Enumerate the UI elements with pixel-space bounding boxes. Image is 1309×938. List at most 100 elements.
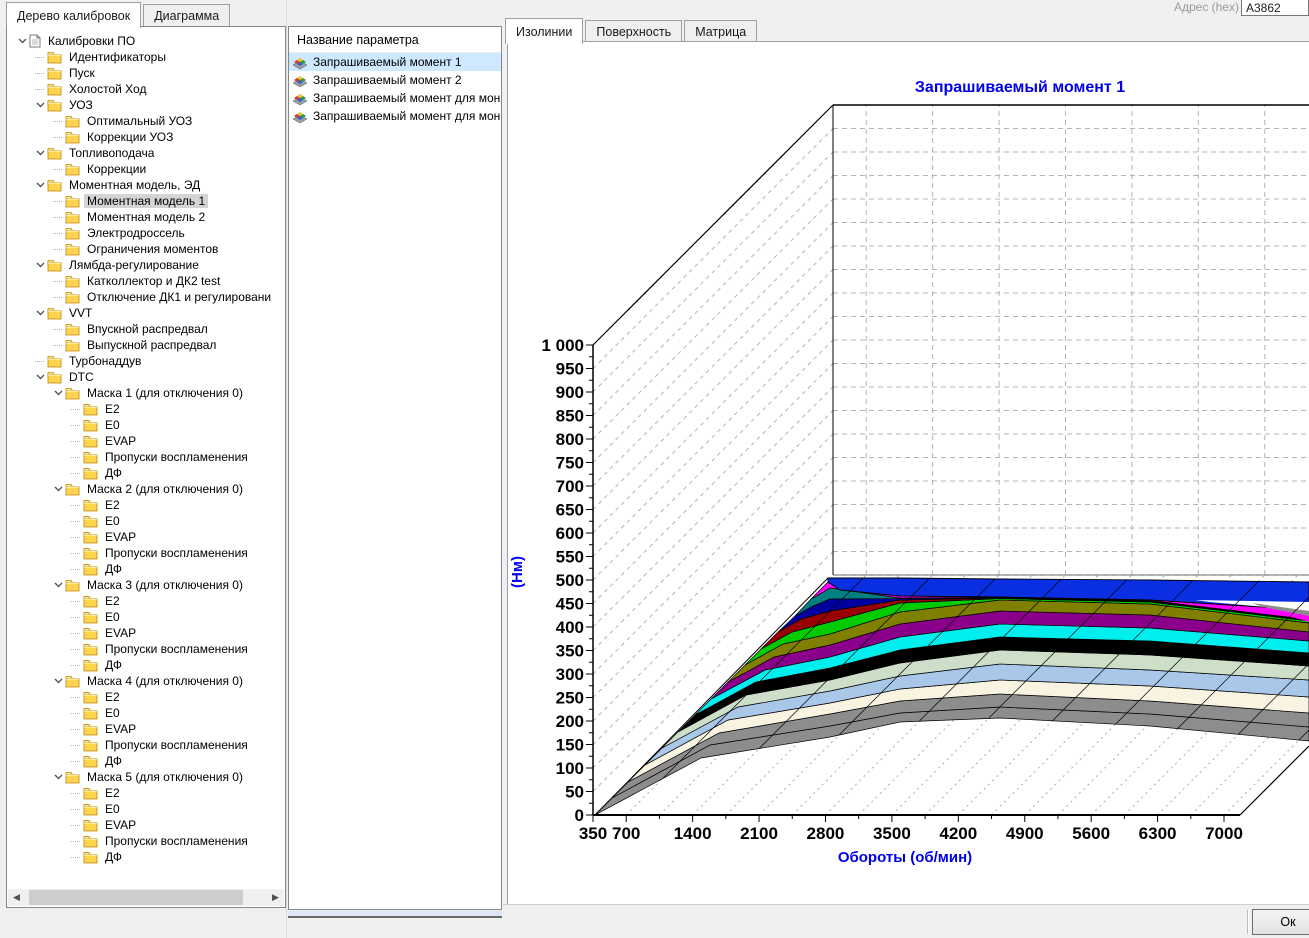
tree-item[interactable]: Калибровки ПО	[7, 33, 285, 49]
tree-item[interactable]: Отключение ДК1 и регулировани	[7, 289, 285, 305]
tree-item[interactable]: Ограничения моментов	[7, 241, 285, 257]
expand-chevron-icon[interactable]	[54, 678, 63, 684]
tree-item[interactable]: E2	[7, 593, 285, 609]
tree-guide-line	[71, 505, 80, 506]
tree-item-label: Маска 4 (для отключения 0)	[84, 674, 246, 688]
expand-chevron-icon[interactable]	[36, 102, 45, 108]
tree-item[interactable]: E0	[7, 513, 285, 529]
folder-icon	[65, 675, 80, 688]
expand-chevron-icon[interactable]	[36, 150, 45, 156]
parameter-list-item[interactable]: Запрашиваемый момент для мони	[289, 107, 501, 125]
tree-horizontal-scrollbar[interactable]: ◀ ▶	[8, 889, 284, 906]
expand-chevron-icon[interactable]	[54, 390, 63, 396]
tree-item[interactable]: ДФ	[7, 561, 285, 577]
tree-item[interactable]: Идентификаторы	[7, 49, 285, 65]
tree-item[interactable]: E2	[7, 689, 285, 705]
z-axis-tick-label: 900	[556, 383, 584, 402]
expand-chevron-icon[interactable]	[18, 38, 27, 44]
scroll-right-arrow[interactable]: ▶	[267, 889, 284, 906]
tree-item[interactable]: E2	[7, 401, 285, 417]
tree-item[interactable]: Пуск	[7, 65, 285, 81]
tab-isolines[interactable]: Изолинии	[505, 18, 583, 44]
parameter-list-item[interactable]: Запрашиваемый момент 1	[289, 53, 501, 71]
z-axis-tick-label: 850	[556, 407, 584, 426]
tree-item[interactable]: Коррекции УОЗ	[7, 129, 285, 145]
x-axis-tick-label: 6300	[1139, 824, 1177, 843]
tree-item[interactable]: EVAP	[7, 529, 285, 545]
tree-item[interactable]: Пропуски воспламенения	[7, 545, 285, 561]
tree-item[interactable]: Холостой Ход	[7, 81, 285, 97]
tree-guide-line	[53, 201, 62, 202]
folder-icon	[83, 531, 98, 544]
tree-item[interactable]: Пропуски воспламенения	[7, 833, 285, 849]
tree-item[interactable]: Пропуски воспламенения	[7, 737, 285, 753]
tab-tree[interactable]: Дерево калибровок	[6, 2, 141, 28]
tree-item[interactable]: Моментная модель 2	[7, 209, 285, 225]
tree-item[interactable]: Турбонаддув	[7, 353, 285, 369]
tree-item[interactable]: EVAP	[7, 721, 285, 737]
ok-button[interactable]: Ок	[1252, 909, 1309, 935]
expand-chevron-icon[interactable]	[54, 582, 63, 588]
tree-item[interactable]: ДФ	[7, 849, 285, 865]
tree-item[interactable]: Электродроссель	[7, 225, 285, 241]
folder-icon	[83, 803, 98, 816]
parameter-list-item[interactable]: Запрашиваемый момент 2	[289, 71, 501, 89]
tree-item[interactable]: E2	[7, 497, 285, 513]
calibration-tree[interactable]: Калибровки ПОИдентификаторыПускХолостой …	[6, 26, 286, 908]
x-axis-tick-label: 4200	[939, 824, 977, 843]
tree-item[interactable]: E2	[7, 785, 285, 801]
tree-item[interactable]: E0	[7, 801, 285, 817]
expand-chevron-icon[interactable]	[36, 374, 45, 380]
tree-item[interactable]: Топливоподача	[7, 145, 285, 161]
expand-chevron-icon[interactable]	[36, 182, 45, 188]
tree-item[interactable]: EVAP	[7, 433, 285, 449]
tree-item[interactable]: E0	[7, 609, 285, 625]
expand-chevron-icon[interactable]	[36, 310, 45, 316]
tree-item[interactable]: Оптимальный УОЗ	[7, 113, 285, 129]
tab-diagram[interactable]: Диаграмма	[143, 4, 230, 28]
tree-item-label: E2	[102, 690, 123, 704]
tree-item[interactable]: Маска 2 (для отключения 0)	[7, 481, 285, 497]
folder-icon	[65, 291, 80, 304]
tree-item-label: E0	[102, 802, 123, 816]
tree-item[interactable]: Коррекции	[7, 161, 285, 177]
tree-item[interactable]: Маска 3 (для отключения 0)	[7, 577, 285, 593]
tree-item-label: Лямбда-регулирование	[66, 258, 202, 272]
tree-item-label: Электродроссель	[84, 226, 188, 240]
tree-item[interactable]: EVAP	[7, 625, 285, 641]
tree-item[interactable]: Лямбда-регулирование	[7, 257, 285, 273]
tree-item[interactable]: EVAP	[7, 817, 285, 833]
tree-item[interactable]: Пропуски воспламенения	[7, 641, 285, 657]
address-input[interactable]	[1241, 0, 1309, 16]
tree-item[interactable]: УОЗ	[7, 97, 285, 113]
tree-item[interactable]: ДФ	[7, 657, 285, 673]
z-axis-tick-label: 300	[556, 665, 584, 684]
tree-item[interactable]: Выпускной распредвал	[7, 337, 285, 353]
folder-icon	[65, 211, 80, 224]
tree-item[interactable]: ДФ	[7, 465, 285, 481]
tree-item[interactable]: DTC	[7, 369, 285, 385]
tree-item[interactable]: E0	[7, 417, 285, 433]
tree-item[interactable]: Маска 4 (для отключения 0)	[7, 673, 285, 689]
z-axis-tick-label: 750	[556, 454, 584, 473]
scroll-left-arrow[interactable]: ◀	[8, 889, 25, 906]
tree-item[interactable]: Катколлектор и ДК2 test	[7, 273, 285, 289]
expand-chevron-icon[interactable]	[54, 486, 63, 492]
expand-chevron-icon[interactable]	[54, 774, 63, 780]
tree-item[interactable]: Пропуски воспламенения	[7, 449, 285, 465]
tree-item[interactable]: VVT	[7, 305, 285, 321]
parameter-list-item[interactable]: Запрашиваемый момент для мони	[289, 89, 501, 107]
tree-item[interactable]: E0	[7, 705, 285, 721]
tree-item-label: Коррекции	[84, 162, 149, 176]
tree-item[interactable]: Маска 5 (для отключения 0)	[7, 769, 285, 785]
tree-guide-line	[35, 89, 44, 90]
tree-item[interactable]: Моментная модель, ЭД	[7, 177, 285, 193]
expand-chevron-icon[interactable]	[36, 262, 45, 268]
tree-item[interactable]: Маска 1 (для отключения 0)	[7, 385, 285, 401]
folder-icon	[65, 115, 80, 128]
tree-item[interactable]: Моментная модель 1	[7, 193, 285, 209]
tree-item[interactable]: Впускной распредвал	[7, 321, 285, 337]
tree-item[interactable]: ДФ	[7, 753, 285, 769]
scrollbar-thumb[interactable]	[29, 890, 243, 905]
tree-guide-line	[71, 521, 80, 522]
